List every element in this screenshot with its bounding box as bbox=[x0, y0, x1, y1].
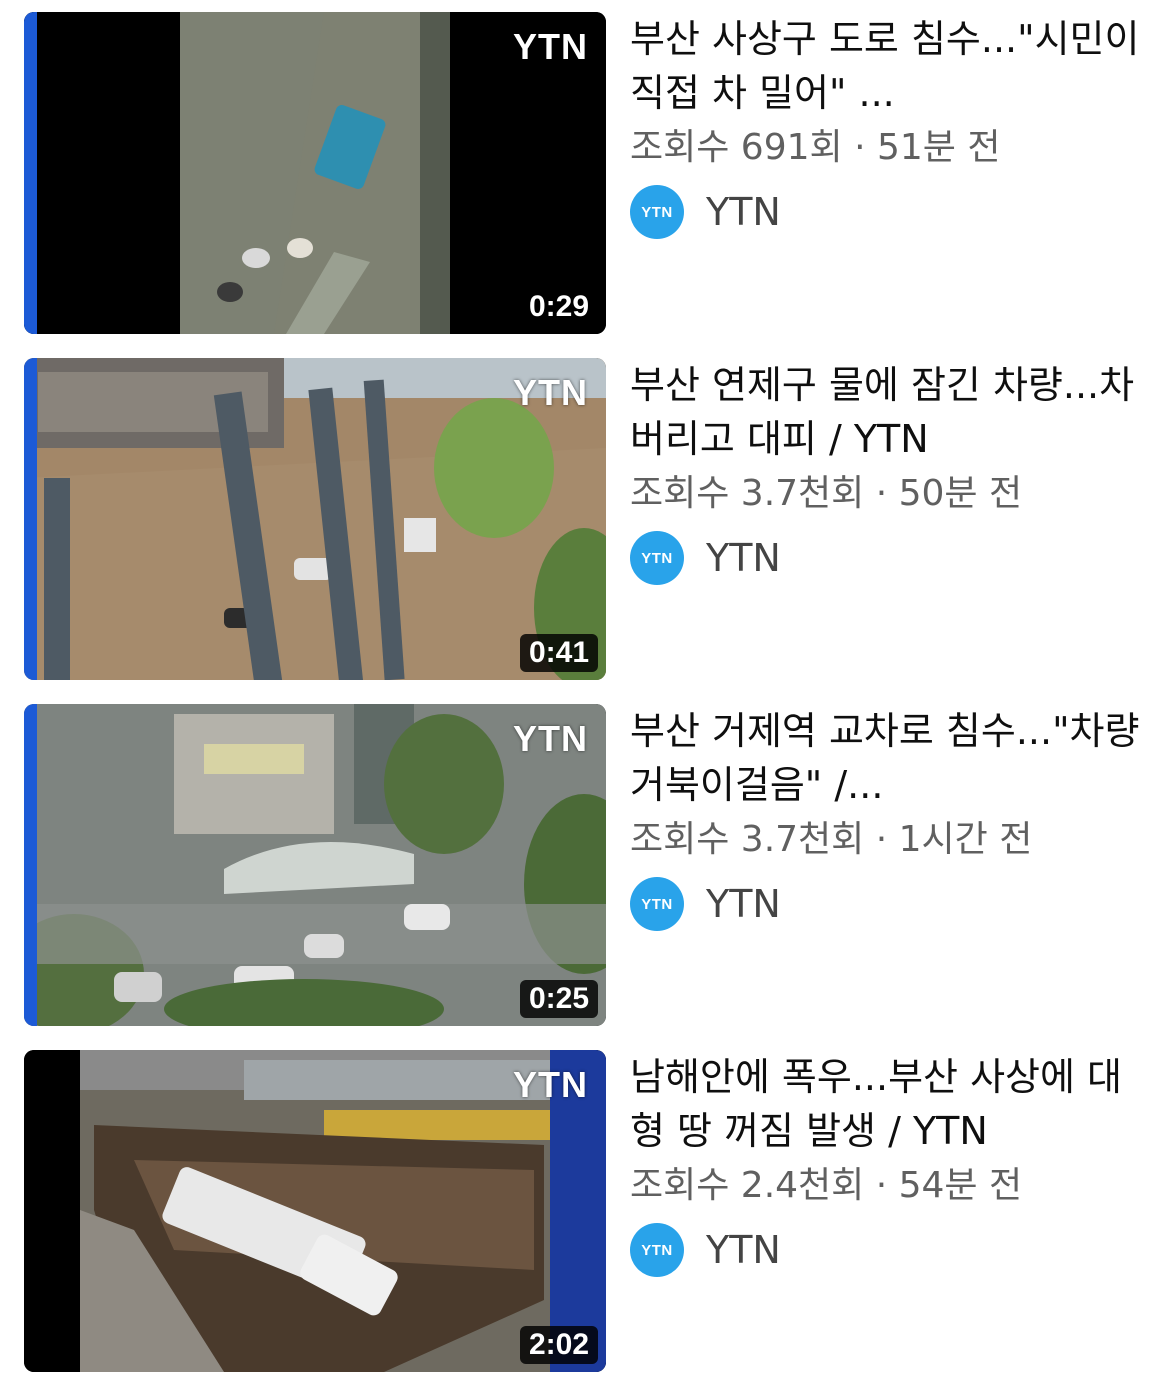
video-thumbnail[interactable]: YTN 0:25 bbox=[24, 704, 606, 1026]
video-title[interactable]: 부산 연제구 물에 잠긴 차량...차 버리고 대피 / YTN bbox=[630, 358, 1150, 466]
duration-badge: 0:29 bbox=[519, 288, 598, 326]
ytn-watermark-logo: YTN bbox=[513, 372, 588, 413]
video-title[interactable]: 남해안에 폭우...부산 사상에 대형 땅 꺼짐 발생 / YTN bbox=[630, 1050, 1150, 1158]
video-meta: 조회수 3.7천회 · 50분 전 bbox=[630, 473, 1023, 514]
channel-row[interactable]: YTN YTN bbox=[630, 184, 781, 240]
video-title[interactable]: 부산 사상구 도로 침수..."시민이 직접 차 밀어" ... bbox=[630, 12, 1150, 120]
video-item[interactable]: YTN 0:29 부산 사상구 도로 침수..."시민이 직접 차 밀어" ..… bbox=[0, 12, 1171, 342]
video-item[interactable]: YTN 2:02 남해안에 폭우...부산 사상에 대형 땅 꺼짐 발생 / Y… bbox=[0, 1050, 1171, 1380]
channel-row[interactable]: YTN YTN bbox=[630, 1222, 781, 1278]
channel-avatar[interactable]: YTN bbox=[630, 1223, 684, 1277]
video-meta: 조회수 2.4천회 · 54분 전 bbox=[630, 1165, 1023, 1206]
video-meta: 조회수 3.7천회 · 1시간 전 bbox=[630, 819, 1033, 860]
channel-avatar[interactable]: YTN bbox=[630, 531, 684, 585]
channel-name[interactable]: YTN bbox=[706, 1228, 781, 1272]
video-thumbnail[interactable]: YTN 0:29 bbox=[24, 12, 606, 334]
video-title[interactable]: 부산 거제역 교차로 침수..."차량 거북이걸음" /... bbox=[630, 704, 1150, 812]
ytn-watermark-logo: YTN bbox=[513, 26, 588, 67]
video-meta: 조회수 691회 · 51분 전 bbox=[630, 127, 1001, 168]
video-thumbnail[interactable]: YTN 0:41 bbox=[24, 358, 606, 680]
duration-badge: 2:02 bbox=[519, 1326, 598, 1364]
video-item[interactable]: YTN 0:41 부산 연제구 물에 잠긴 차량...차 버리고 대피 / YT… bbox=[0, 358, 1171, 688]
channel-row[interactable]: YTN YTN bbox=[630, 530, 781, 586]
channel-name[interactable]: YTN bbox=[706, 882, 781, 926]
ytn-watermark-logo: YTN bbox=[513, 1064, 588, 1105]
video-thumbnail[interactable]: YTN 2:02 bbox=[24, 1050, 606, 1372]
channel-row[interactable]: YTN YTN bbox=[630, 876, 781, 932]
duration-badge: 0:25 bbox=[519, 980, 598, 1018]
video-item[interactable]: YTN 0:25 부산 거제역 교차로 침수..."차량 거북이걸음" /...… bbox=[0, 704, 1171, 1034]
channel-avatar[interactable]: YTN bbox=[630, 185, 684, 239]
channel-name[interactable]: YTN bbox=[706, 536, 781, 580]
duration-badge: 0:41 bbox=[519, 634, 598, 672]
ytn-watermark-logo: YTN bbox=[513, 718, 588, 759]
channel-name[interactable]: YTN bbox=[706, 190, 781, 234]
channel-avatar[interactable]: YTN bbox=[630, 877, 684, 931]
